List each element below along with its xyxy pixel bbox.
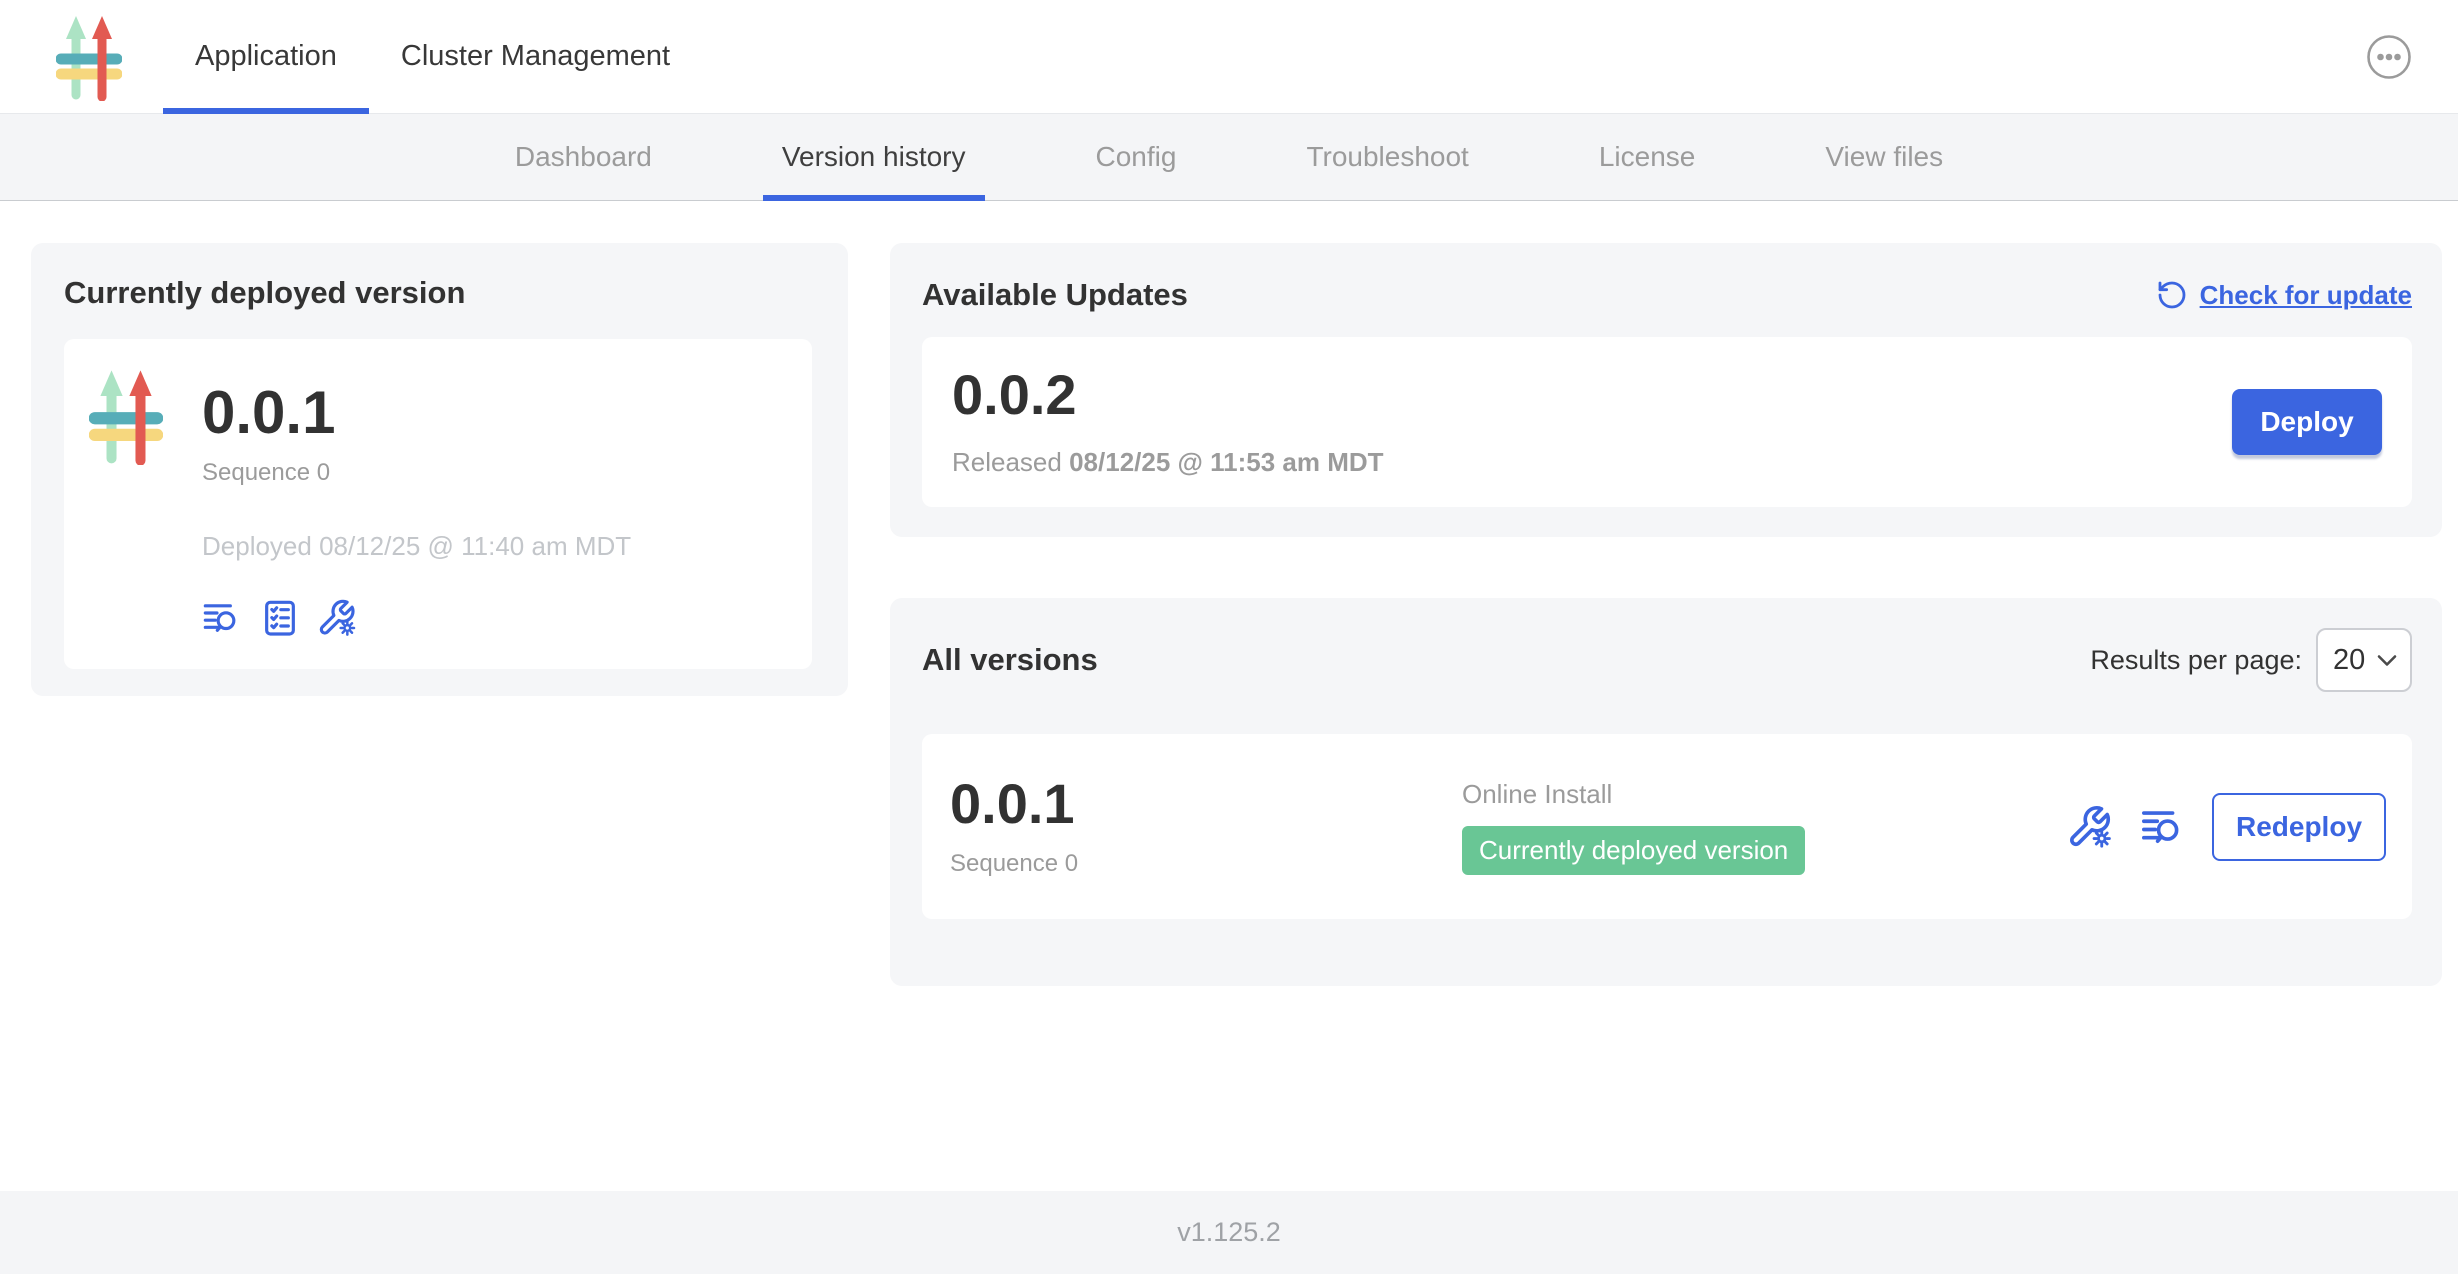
header-tabs: Application Cluster Management bbox=[163, 0, 702, 113]
subnav-tab-license[interactable]: License bbox=[1534, 114, 1761, 200]
subnav-tab-troubleshoot-label: Troubleshoot bbox=[1306, 141, 1468, 173]
page-footer: v1.125.2 bbox=[0, 1191, 2458, 1274]
deployed-timestamp: Deployed 08/12/25 @ 11:40 am MDT bbox=[202, 531, 631, 562]
subnav-tab-view-files-label: View files bbox=[1825, 141, 1943, 173]
available-updates-card: Available Updates Check for update 0.0.2… bbox=[890, 243, 2442, 537]
edit-config-icon[interactable] bbox=[318, 598, 358, 638]
version-row: 0.0.1 Sequence 0 Online Install Currentl… bbox=[922, 734, 2412, 919]
subnav-tab-version-history[interactable]: Version history bbox=[717, 114, 1031, 200]
subnav-tab-troubleshoot[interactable]: Troubleshoot bbox=[1241, 114, 1533, 200]
deployed-version-info: 0.0.1 Sequence 0 Deployed 08/12/25 @ 11:… bbox=[202, 367, 631, 669]
subnav-tab-config-label: Config bbox=[1096, 141, 1177, 173]
refresh-ccw-icon bbox=[2156, 279, 2188, 311]
version-row-actions: Redeploy bbox=[2068, 793, 2386, 861]
redeploy-button[interactable]: Redeploy bbox=[2212, 793, 2386, 861]
results-per-page-value: 20 bbox=[2333, 644, 2365, 677]
top-nav: Application Cluster Management bbox=[0, 0, 2458, 114]
preflight-results-icon[interactable] bbox=[260, 598, 300, 638]
results-per-page: Results per page: 20 bbox=[2090, 628, 2412, 692]
edit-config-icon[interactable] bbox=[2068, 804, 2114, 850]
main-content: Currently deployed version 0.0.1 Sequenc… bbox=[0, 201, 2458, 1191]
deploy-logs-icon[interactable] bbox=[202, 598, 242, 638]
deployed-version-number: 0.0.1 bbox=[202, 383, 631, 443]
subnav-tab-dashboard[interactable]: Dashboard bbox=[450, 114, 717, 200]
deploy-button[interactable]: Deploy bbox=[2232, 389, 2382, 455]
subnav-tab-version-history-label: Version history bbox=[782, 141, 966, 173]
tab-application-label: Application bbox=[195, 40, 337, 73]
check-for-update-link[interactable]: Check for update bbox=[2156, 279, 2412, 311]
all-versions-header: All versions Results per page: 20 bbox=[922, 628, 2412, 692]
subnav-tab-config[interactable]: Config bbox=[1031, 114, 1242, 200]
ellipsis-circle-icon bbox=[2365, 33, 2413, 81]
check-for-update-label: Check for update bbox=[2200, 280, 2412, 311]
subnav-tab-view-files[interactable]: View files bbox=[1760, 114, 2008, 200]
install-type-label: Online Install bbox=[1462, 779, 2068, 810]
subnav-tab-license-label: License bbox=[1599, 141, 1696, 173]
deployed-version-panel: 0.0.1 Sequence 0 Deployed 08/12/25 @ 11:… bbox=[64, 339, 812, 669]
version-row-info: 0.0.1 Sequence 0 bbox=[950, 776, 1462, 878]
console-version: v1.125.2 bbox=[1177, 1217, 1281, 1248]
app-logo bbox=[89, 367, 163, 465]
results-per-page-select[interactable]: 20 bbox=[2316, 628, 2412, 692]
right-column: Available Updates Check for update 0.0.2… bbox=[890, 243, 2442, 986]
available-updates-title: Available Updates bbox=[922, 277, 1188, 313]
row-sequence: Sequence 0 bbox=[950, 850, 1462, 878]
deployed-card-title: Currently deployed version bbox=[64, 275, 812, 311]
chevron-down-icon bbox=[2377, 654, 2397, 667]
currently-deployed-card: Currently deployed version 0.0.1 Sequenc… bbox=[31, 243, 848, 696]
update-released-timestamp: Released 08/12/25 @ 11:53 am MDT bbox=[952, 447, 1384, 478]
app-subnav: Dashboard Version history Config Trouble… bbox=[0, 114, 2458, 201]
deployed-action-icons bbox=[202, 598, 631, 638]
released-datetime: 08/12/25 @ 11:53 am MDT bbox=[1069, 447, 1383, 477]
available-updates-header: Available Updates Check for update bbox=[922, 277, 2412, 313]
available-update-row: 0.0.2 Released 08/12/25 @ 11:53 am MDT D… bbox=[922, 337, 2412, 507]
version-row-status: Online Install Currently deployed versio… bbox=[1462, 779, 2068, 875]
row-version-number: 0.0.1 bbox=[950, 776, 1462, 832]
deploy-logs-icon[interactable] bbox=[2140, 804, 2186, 850]
update-version-number: 0.0.2 bbox=[952, 367, 1384, 423]
subnav-tab-dashboard-label: Dashboard bbox=[515, 141, 652, 173]
tab-cluster-management[interactable]: Cluster Management bbox=[369, 0, 702, 113]
app-logo bbox=[56, 13, 122, 101]
results-per-page-label: Results per page: bbox=[2090, 645, 2302, 676]
tab-cluster-management-label: Cluster Management bbox=[401, 40, 670, 73]
deployed-sequence: Sequence 0 bbox=[202, 459, 631, 487]
released-prefix: Released bbox=[952, 447, 1062, 477]
update-info: 0.0.2 Released 08/12/25 @ 11:53 am MDT bbox=[952, 367, 1384, 478]
all-versions-title: All versions bbox=[922, 642, 1098, 678]
currently-deployed-badge: Currently deployed version bbox=[1462, 826, 1805, 875]
all-versions-card: All versions Results per page: 20 0.0.1 … bbox=[890, 598, 2442, 986]
tab-application[interactable]: Application bbox=[163, 0, 369, 113]
more-menu-button[interactable] bbox=[2364, 32, 2414, 82]
